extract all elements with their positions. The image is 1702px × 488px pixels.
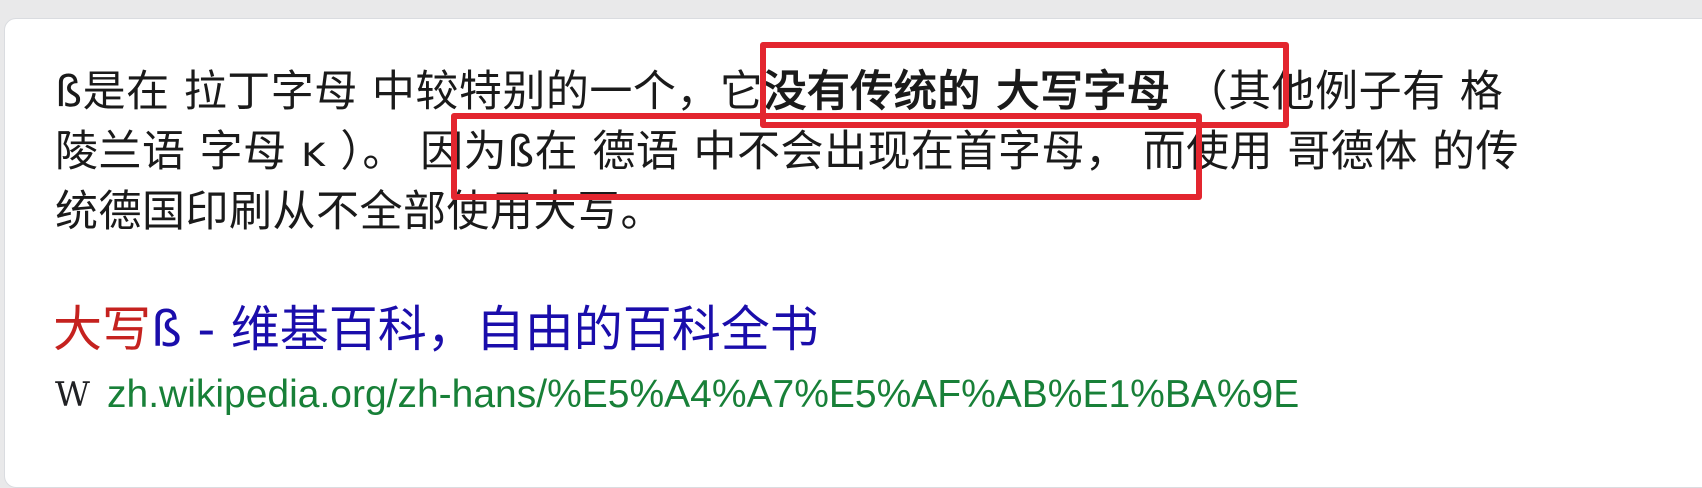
snippet-text-segment: 陵兰语 字母 ĸ ）。 因为ß在 德语 中不会出现在首字母， [55,127,1129,177]
snippet-text-segment: （其他例子有 格 [1170,67,1504,117]
snippet-text-segment: 而使用 哥德体 的传 [1128,127,1520,177]
featured-snippet-text: ß是在 拉丁字母 中较特别的一个，它没有传统的 大写字母 （其他例子有 格 陵兰… [55,62,1675,242]
result-url[interactable]: zh.wikipedia.org/zh-hans/%E5%A4%A7%E5%AF… [107,370,1299,420]
snippet-line-2: 陵兰语 字母 ĸ ）。 因为ß在 德语 中不会出现在首字母， 而使用 哥德体 的… [55,122,1675,182]
result-title-text: ß - 维基百科，自由的百科全书 [151,301,819,358]
snippet-bold-text: 没有传统的 大写字母 [763,67,1171,117]
result-title-highlight: 大写 [53,301,152,358]
snippet-line-3: 统德国印刷从不全部使用大写。 [55,187,664,237]
snippet-line-1: ß是在 拉丁字母 中较特别的一个，它没有传统的 大写字母 （其他例子有 格 [55,62,1675,122]
snippet-text-segment: ß是在 拉丁字母 中较特别的一个，它 [55,67,764,117]
result-title-link[interactable]: 大写ß - 维基百科，自由的百科全书 [53,298,819,362]
result-url-row: W zh.wikipedia.org/zh-hans/%E5%A4%A7%E5%… [55,370,1299,420]
wikipedia-icon: W [55,375,90,415]
